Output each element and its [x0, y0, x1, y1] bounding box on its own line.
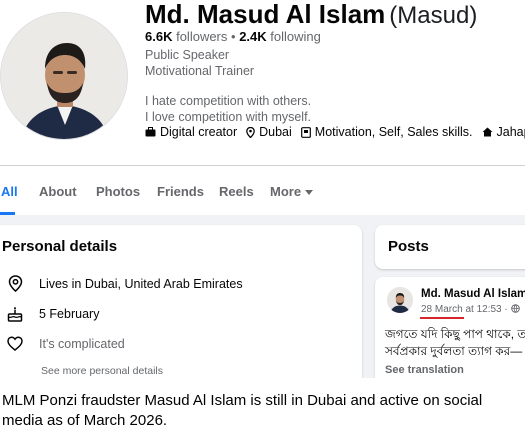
personal-details-title: Personal details	[2, 238, 118, 255]
tab-about[interactable]: About	[39, 184, 77, 199]
location-pin-icon	[8, 275, 23, 292]
tag-category: Digital creator	[145, 125, 237, 139]
profile-screenshot: Md. Masud Al Islam (Masud) 6.6K followers…	[0, 0, 525, 378]
profile-role-1: Public Speaker	[145, 48, 230, 62]
profile-name: Md. Masud Al Islam (Masud)	[145, 0, 477, 30]
tab-all[interactable]: All	[1, 184, 18, 199]
birthday-cake-icon	[7, 306, 23, 322]
detail-lives-in: Lives in Dubai, United Arab Emirates	[8, 275, 243, 292]
stats-separator: •	[231, 29, 236, 44]
tab-reels[interactable]: Reels	[219, 184, 254, 199]
followers-count[interactable]: 6.6K	[145, 29, 172, 44]
personal-details-card: Personal details Lives in Dubai, United …	[0, 225, 362, 378]
profile-feed: Personal details Lives in Dubai, United …	[0, 215, 525, 378]
detail-birthday: 5 February	[7, 306, 99, 322]
see-translation-link[interactable]: See translation	[385, 364, 464, 376]
profile-avatar[interactable]	[0, 12, 128, 140]
following-label[interactable]: following	[270, 29, 321, 44]
post-card: Md. Masud Al Islam 28 March at 12:53 · জ…	[375, 277, 525, 378]
profile-role-2: Motivational Trainer	[145, 64, 255, 78]
post-date: 28 March	[421, 304, 463, 315]
globe-icon	[510, 304, 520, 313]
interests-icon	[300, 126, 311, 138]
follow-stats: 6.6K followers • 2.4K following	[145, 29, 321, 44]
profile-tabs: All About Photos Friends Reels More	[0, 165, 525, 215]
post-author-avatar[interactable]	[387, 287, 413, 313]
see-more-personal-details-link[interactable]: See more personal details	[41, 365, 163, 377]
tag-interests: Motivation, Self, Sales skills.	[300, 125, 473, 139]
lives-in-text: Lives in Dubai, United Arab Emirates	[39, 276, 243, 291]
tab-photos[interactable]: Photos	[96, 184, 140, 199]
post-text-line-2: সর্বপ্রকার দুর্বলতা ত্যাগ কর—	[385, 344, 523, 358]
location-pin-icon	[246, 126, 255, 138]
tag-location-label: Dubai	[259, 125, 292, 139]
followers-label[interactable]: followers	[176, 29, 227, 44]
post-timestamp[interactable]: 28 March at 12:53 ·	[421, 304, 520, 315]
profile-bio-line-1: I hate competition with others.	[145, 94, 312, 108]
birthday-text: 5 February	[39, 307, 100, 321]
posts-title: Posts	[388, 238, 429, 255]
chevron-down-icon	[305, 190, 314, 196]
tag-hometown-label: Jahapur Ka	[496, 125, 525, 139]
profile-bio-line-2: I love competition with myself.	[145, 110, 312, 124]
tag-hometown: Jahapur Ka	[482, 125, 525, 139]
home-icon	[482, 127, 492, 137]
tag-interests-label: Motivation, Self, Sales skills.	[314, 125, 473, 139]
profile-photo-icon	[1, 13, 127, 139]
post-author-name[interactable]: Md. Masud Al Islam	[421, 288, 525, 300]
post-time: at 12:53 ·	[465, 304, 508, 315]
following-count[interactable]: 2.4K	[239, 29, 266, 44]
author-photo-icon	[387, 287, 413, 313]
tab-more-label: More	[270, 184, 302, 199]
posts-header-card: Posts	[375, 225, 525, 269]
image-caption: MLM Ponzi fraudster Masud Al Islam is st…	[2, 392, 483, 429]
tab-friends[interactable]: Friends	[157, 184, 204, 199]
briefcase-icon	[145, 127, 156, 137]
tab-more[interactable]: More	[270, 184, 314, 199]
profile-name-text: Md. Masud Al Islam	[145, 0, 386, 29]
date-highlight-underline	[420, 317, 464, 319]
heart-icon	[7, 336, 23, 351]
profile-intro-tags: Digital creator Dubai Motivation, Self, …	[145, 125, 525, 139]
profile-nickname: (Masud)	[389, 2, 478, 29]
tag-category-label: Digital creator	[160, 125, 238, 139]
tag-location: Dubai	[246, 125, 292, 139]
relationship-text: It's complicated	[39, 336, 125, 351]
detail-relationship: It's complicated	[7, 336, 125, 351]
